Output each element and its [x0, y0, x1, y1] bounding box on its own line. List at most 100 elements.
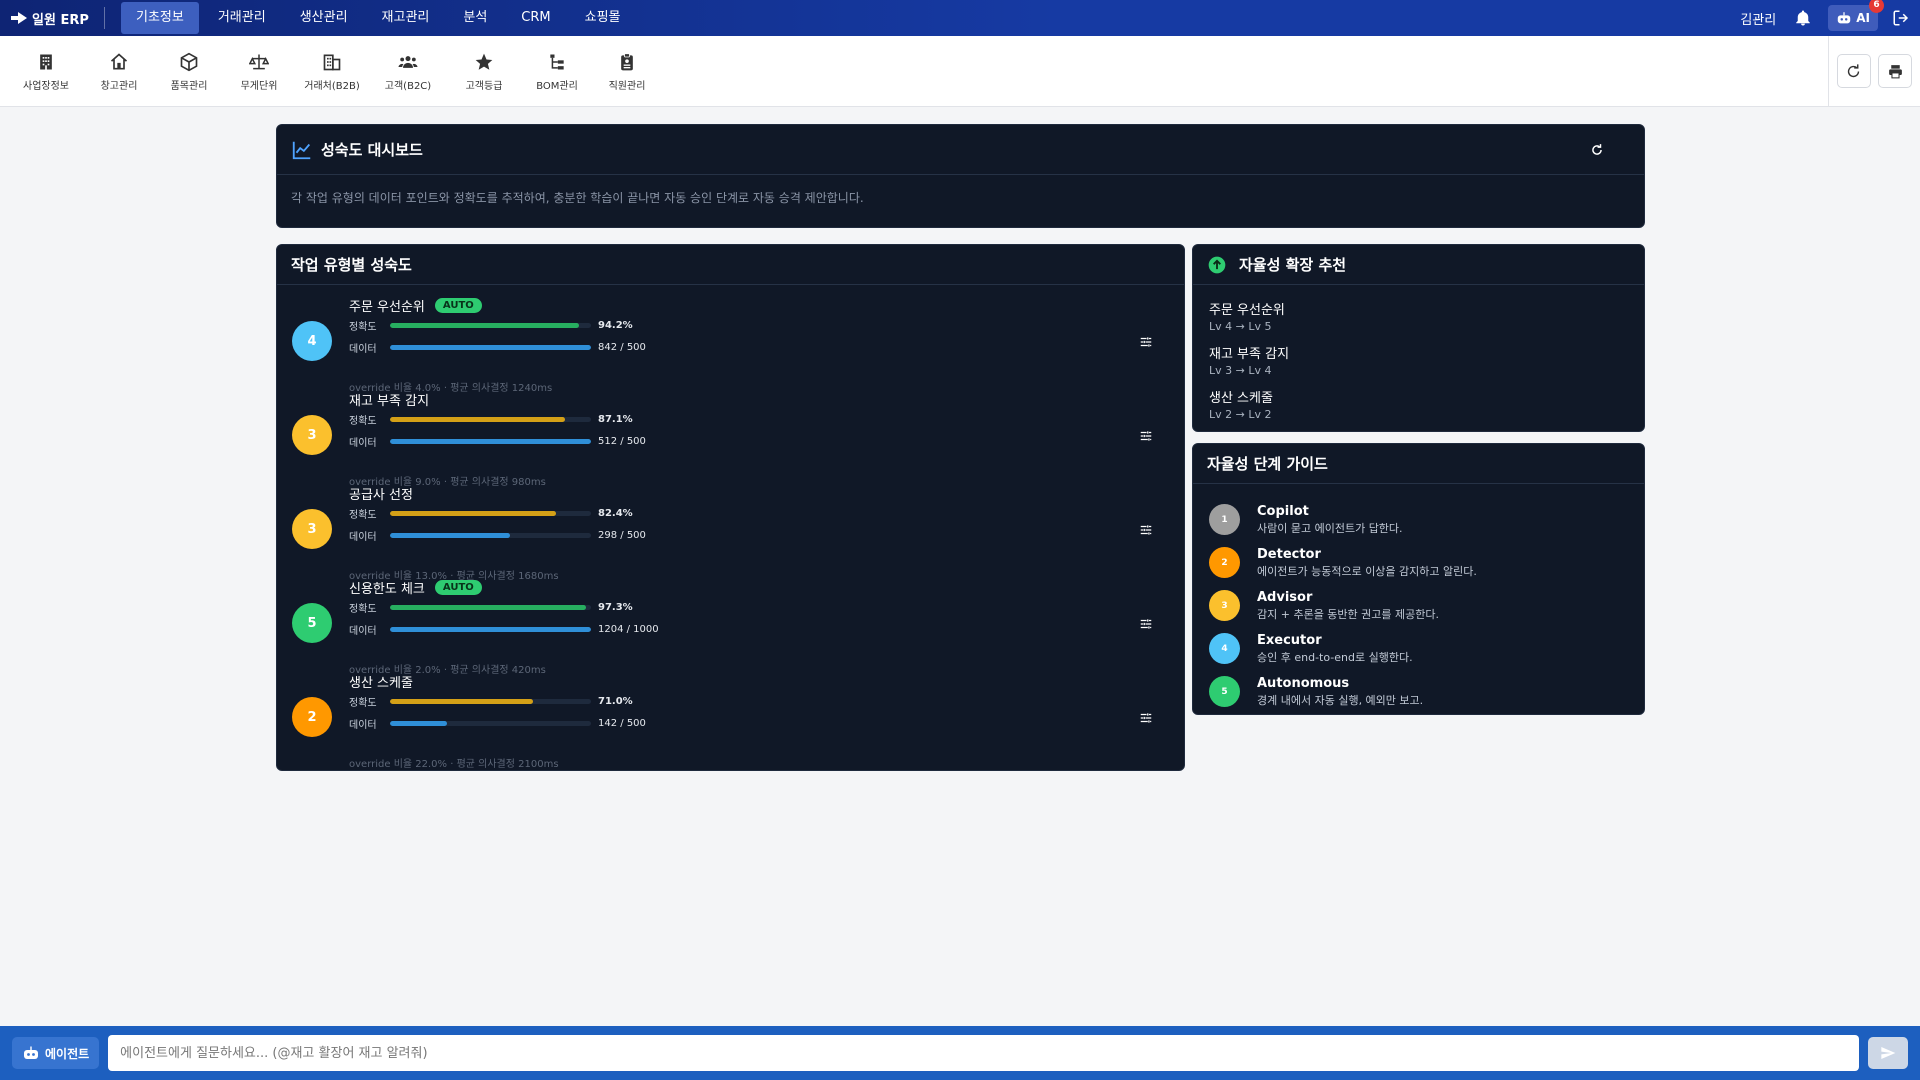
guide-level-circle: 5: [1209, 676, 1240, 707]
tune-icon[interactable]: [1139, 523, 1153, 537]
data-value: 298 / 500: [598, 529, 646, 541]
logo-arrow-icon: [11, 12, 27, 24]
trend-chart-icon: [292, 141, 311, 159]
tune-icon[interactable]: [1139, 617, 1153, 631]
task-footer: override 비율 22.0% · 평균 의사결정 2100ms: [349, 759, 559, 770]
task-name: 공급사 선정: [349, 487, 413, 503]
main-menu: 기초정보 거래관리 생산관리 재고관리 분석 CRM 쇼핑몰: [121, 2, 636, 34]
data-bar-fill: [390, 532, 510, 538]
guide-level-circle: 2: [1209, 547, 1240, 578]
print-button[interactable]: [1878, 54, 1913, 88]
nav-item-5[interactable]: CRM: [506, 2, 565, 34]
data-bar: [390, 720, 591, 726]
accuracy-label: 정확도: [349, 697, 377, 709]
nav-item-4[interactable]: 분석: [448, 2, 502, 34]
toolbar-item-badge[interactable]: 직원관리: [592, 36, 662, 107]
accuracy-bar-fill: [390, 604, 586, 610]
data-label: 데이터: [349, 437, 377, 449]
toolbar-item-home[interactable]: 창고관리: [84, 36, 154, 107]
toolbar-item-building[interactable]: 사업장정보: [8, 36, 84, 107]
toolbar-item-tree[interactable]: BOM관리: [522, 36, 592, 107]
app-logo-text: 일원 ERP: [32, 12, 89, 28]
accuracy-label: 정확도: [349, 509, 377, 521]
tune-icon[interactable]: [1139, 429, 1153, 443]
maturity-title: 작업 유형별 성숙도: [291, 256, 412, 274]
accuracy-value: 71.0%: [598, 695, 633, 707]
toolbar-item-label: 고객등급: [465, 80, 503, 92]
recommend-item: 주문 우선순위 Lv 4 → Lv 5: [1209, 299, 1628, 333]
nav-item-1[interactable]: 거래관리: [203, 2, 281, 34]
toolbar-item-label: 품목관리: [170, 80, 208, 92]
tune-icon[interactable]: [1139, 711, 1153, 725]
printer-icon: [1888, 64, 1902, 78]
task-row: 3 재고 부족 감지 정확도 87.1% 데이터 512 / 500 override 비율…: [277, 389, 1184, 488]
bell-icon[interactable]: [1794, 9, 1812, 27]
guide-level-name: Executor: [1257, 632, 1322, 648]
accuracy-bar: [390, 698, 591, 704]
data-bar-fill: [390, 626, 591, 632]
tune-icon[interactable]: [1139, 335, 1153, 349]
level-circle: 5: [292, 603, 332, 643]
guide-item: 5 Autonomous 경계 내에서 자동 실행, 예외만 보고.: [1209, 670, 1628, 713]
toolbar-item-label: 창고관리: [100, 80, 138, 92]
dashboard-refresh-icon[interactable]: [1590, 143, 1604, 157]
badge-icon: [621, 52, 633, 70]
data-bar: [390, 532, 591, 538]
agent-question-input[interactable]: [108, 1035, 1859, 1071]
level-circle: 3: [292, 415, 332, 455]
ai-notification-badge: 6: [1869, 0, 1884, 13]
user-name[interactable]: 김관리: [1740, 9, 1776, 28]
maturity-card: 작업 유형별 성숙도 4 주문 우선순위 AUTO 정확도 94.2% 데이터 842 / …: [276, 244, 1185, 771]
nav-divider: [104, 7, 105, 29]
toolbar-item-users[interactable]: 고객(B2C): [370, 36, 446, 107]
auto-badge: AUTO: [434, 297, 482, 313]
task-row: 4 주문 우선순위 AUTO 정확도 94.2% 데이터 842 / 500 override…: [277, 295, 1184, 394]
guide-level-desc: 승인 후 end-to-end로 실행한다.: [1257, 650, 1413, 664]
accuracy-value: 87.1%: [598, 413, 633, 425]
ai-button[interactable]: AI 6: [1828, 0, 1884, 31]
accuracy-value: 97.3%: [598, 601, 633, 613]
toolbar-item-office[interactable]: 거래처(B2B): [294, 36, 370, 107]
guide-item: 3 Advisor 감지 + 추론을 동반한 권고를 제공한다.: [1209, 584, 1628, 627]
nav-item-2[interactable]: 생산관리: [285, 2, 363, 34]
data-label: 데이터: [349, 625, 377, 637]
app-logo[interactable]: 일원 ERP: [0, 9, 104, 28]
logout-icon[interactable]: [1892, 9, 1910, 27]
recommend-item: 재고 부족 감지 Lv 3 → Lv 4: [1209, 343, 1628, 377]
accuracy-bar: [390, 416, 591, 422]
accuracy-label: 정확도: [349, 415, 377, 427]
toolbar-item-scale[interactable]: 무게단위: [224, 36, 294, 107]
accuracy-bar-fill: [390, 698, 533, 704]
refresh-icon: [1848, 63, 1860, 77]
guide-item: 2 Detector 에이전트가 능동적으로 이상을 감지하고 알린다.: [1209, 541, 1628, 584]
guide-title: 자율성 단계 가이드: [1207, 455, 1328, 473]
data-bar: [390, 438, 591, 444]
guide-level-desc: 사람이 묻고 에이전트가 답한다.: [1257, 521, 1403, 535]
agent-button[interactable]: 에이전트: [12, 1037, 100, 1069]
send-icon: [1881, 1047, 1896, 1059]
send-button[interactable]: [1868, 1037, 1908, 1069]
robot-icon: [24, 1046, 38, 1059]
guide-item: 1 Copilot 사람이 묻고 에이전트가 답한다.: [1209, 498, 1628, 541]
recommend-item-levels: Lv 2 → Lv 2: [1209, 408, 1272, 421]
agent-button-label: 에이전트: [45, 1046, 90, 1061]
nav-item-6[interactable]: 쇼핑몰: [570, 2, 636, 34]
guide-card: 자율성 단계 가이드 1 Copilot 사람이 묻고 에이전트가 답한다. 2 Det…: [1192, 443, 1645, 715]
refresh-button[interactable]: [1836, 54, 1871, 88]
office-icon: [323, 54, 341, 70]
accuracy-label: 정확도: [349, 603, 377, 615]
recommend-item-levels: Lv 3 → Lv 4: [1209, 364, 1272, 377]
toolbar-item-box[interactable]: 품목관리: [154, 36, 224, 107]
dashboard-card: 성숙도 대시보드 각 작업 유형의 데이터 포인트와 정확도를 추적하여, 충분…: [276, 124, 1645, 228]
task-name: 생산 스케줄: [349, 675, 413, 691]
arrow-up-circle-icon: [1208, 256, 1226, 273]
task-row: 3 공급사 선정 정확도 82.4% 데이터 298 / 500 override 비율 1…: [277, 483, 1184, 582]
guide-level-circle: 1: [1209, 504, 1240, 535]
nav-item-0[interactable]: 기초정보: [121, 2, 199, 34]
data-value: 1204 / 1000: [598, 623, 659, 635]
nav-item-3[interactable]: 재고관리: [367, 2, 445, 34]
guide-level-name: Copilot: [1257, 503, 1309, 519]
task-name: 재고 부족 감지: [349, 393, 430, 409]
toolbar-item-star[interactable]: 고객등급: [446, 36, 522, 107]
data-bar: [390, 626, 591, 632]
